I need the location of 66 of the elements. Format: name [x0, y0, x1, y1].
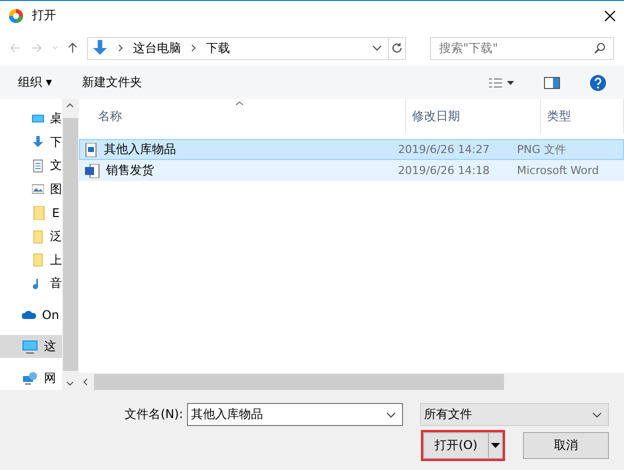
- window-title: 打开: [32, 7, 57, 24]
- image-file-icon: [84, 142, 98, 156]
- organize-menu[interactable]: 组织 ▾: [18, 74, 52, 91]
- view-options-icon[interactable]: [488, 76, 514, 88]
- file-row[interactable]: 其他入库物品 2019/6/26 14:27 PNG 文件: [79, 139, 624, 160]
- computer-icon: [22, 340, 38, 354]
- close-icon[interactable]: [604, 10, 616, 22]
- column-header[interactable]: 名称: [98, 99, 406, 133]
- caret-down-icon[interactable]: [491, 443, 500, 448]
- chevron-down-icon[interactable]: [372, 45, 382, 51]
- sidebar-item[interactable]: 音: [0, 272, 62, 296]
- open-button[interactable]: 打开(O): [423, 432, 503, 459]
- sidebar-item[interactable]: 网: [0, 366, 62, 390]
- filename-label: 文件名(N):: [124, 406, 183, 423]
- scroll-down-icon[interactable]: [66, 381, 74, 386]
- up-arrow-icon[interactable]: [68, 41, 78, 55]
- date-cell-text: 2019/6/26 14:27: [397, 143, 491, 156]
- scroll-left-icon[interactable]: [83, 378, 88, 386]
- type-cell-text: PNG 文件: [516, 142, 567, 157]
- sidebar-item[interactable]: E: [0, 201, 62, 225]
- sidebar-item[interactable]: On: [0, 303, 62, 327]
- address-bar[interactable]: 这台电脑 下载: [87, 36, 389, 60]
- chevron-down-icon[interactable]: [386, 412, 396, 418]
- refresh-icon: [390, 42, 403, 54]
- sort-caret-icon: [235, 101, 244, 106]
- sidebar-item[interactable]: 桌: [0, 107, 62, 131]
- preview-pane-icon[interactable]: [544, 76, 560, 88]
- folder-icon: [32, 253, 44, 268]
- network-icon: [22, 371, 38, 386]
- sidebar-item[interactable]: 文: [0, 154, 62, 178]
- app-logo-icon: [8, 8, 24, 24]
- sidebar-item[interactable]: 图: [0, 178, 62, 202]
- chevron-right-icon: [118, 44, 124, 52]
- sidebar-item[interactable]: 这: [0, 334, 62, 358]
- column-header[interactable]: 修改日期: [406, 99, 541, 133]
- search-icon: [594, 42, 606, 54]
- sidebar-item[interactable]: 下: [0, 130, 62, 154]
- file-row[interactable]: 销售发货 2019/6/26 14:18 Microsoft Word: [79, 160, 624, 181]
- folder-icon: [32, 230, 44, 244]
- refresh-button[interactable]: [388, 36, 406, 60]
- image-icon: [32, 182, 44, 196]
- chevron-down-icon[interactable]: [592, 412, 602, 418]
- breadcrumb[interactable]: 下载: [206, 40, 230, 56]
- download-icon: [32, 135, 44, 150]
- scroll-up-icon[interactable]: [66, 103, 74, 108]
- file-name: 销售发货: [106, 162, 154, 179]
- file-type-dropdown[interactable]: 所有文件: [420, 403, 609, 426]
- vertical-scrollbar[interactable]: [62, 99, 78, 390]
- sidebar-item[interactable]: 泛: [0, 224, 62, 248]
- filename-field[interactable]: 其他入库物品: [187, 403, 403, 426]
- word-file-icon: [84, 164, 100, 178]
- horizontal-scrollbar[interactable]: [79, 373, 624, 390]
- breadcrumb[interactable]: 这台电脑: [133, 40, 182, 56]
- file-name: 其他入库物品: [104, 141, 176, 158]
- sidebar-item[interactable]: 上: [0, 248, 62, 272]
- new-folder-button[interactable]: 新建文件夹: [82, 74, 142, 91]
- column-header[interactable]: 类型: [541, 99, 624, 133]
- date-cell-text: 2019/6/26 14:18: [397, 164, 491, 177]
- type-cell-text: Microsoft Word: [516, 164, 600, 177]
- chevron-right-icon: [191, 44, 196, 52]
- download-icon: [92, 40, 108, 56]
- cancel-button[interactable]: 取消: [523, 432, 609, 459]
- help-icon[interactable]: [590, 74, 606, 90]
- document-icon: [32, 158, 44, 173]
- folder-icon: [32, 206, 46, 220]
- search-field[interactable]: 搜索"下载": [430, 36, 614, 60]
